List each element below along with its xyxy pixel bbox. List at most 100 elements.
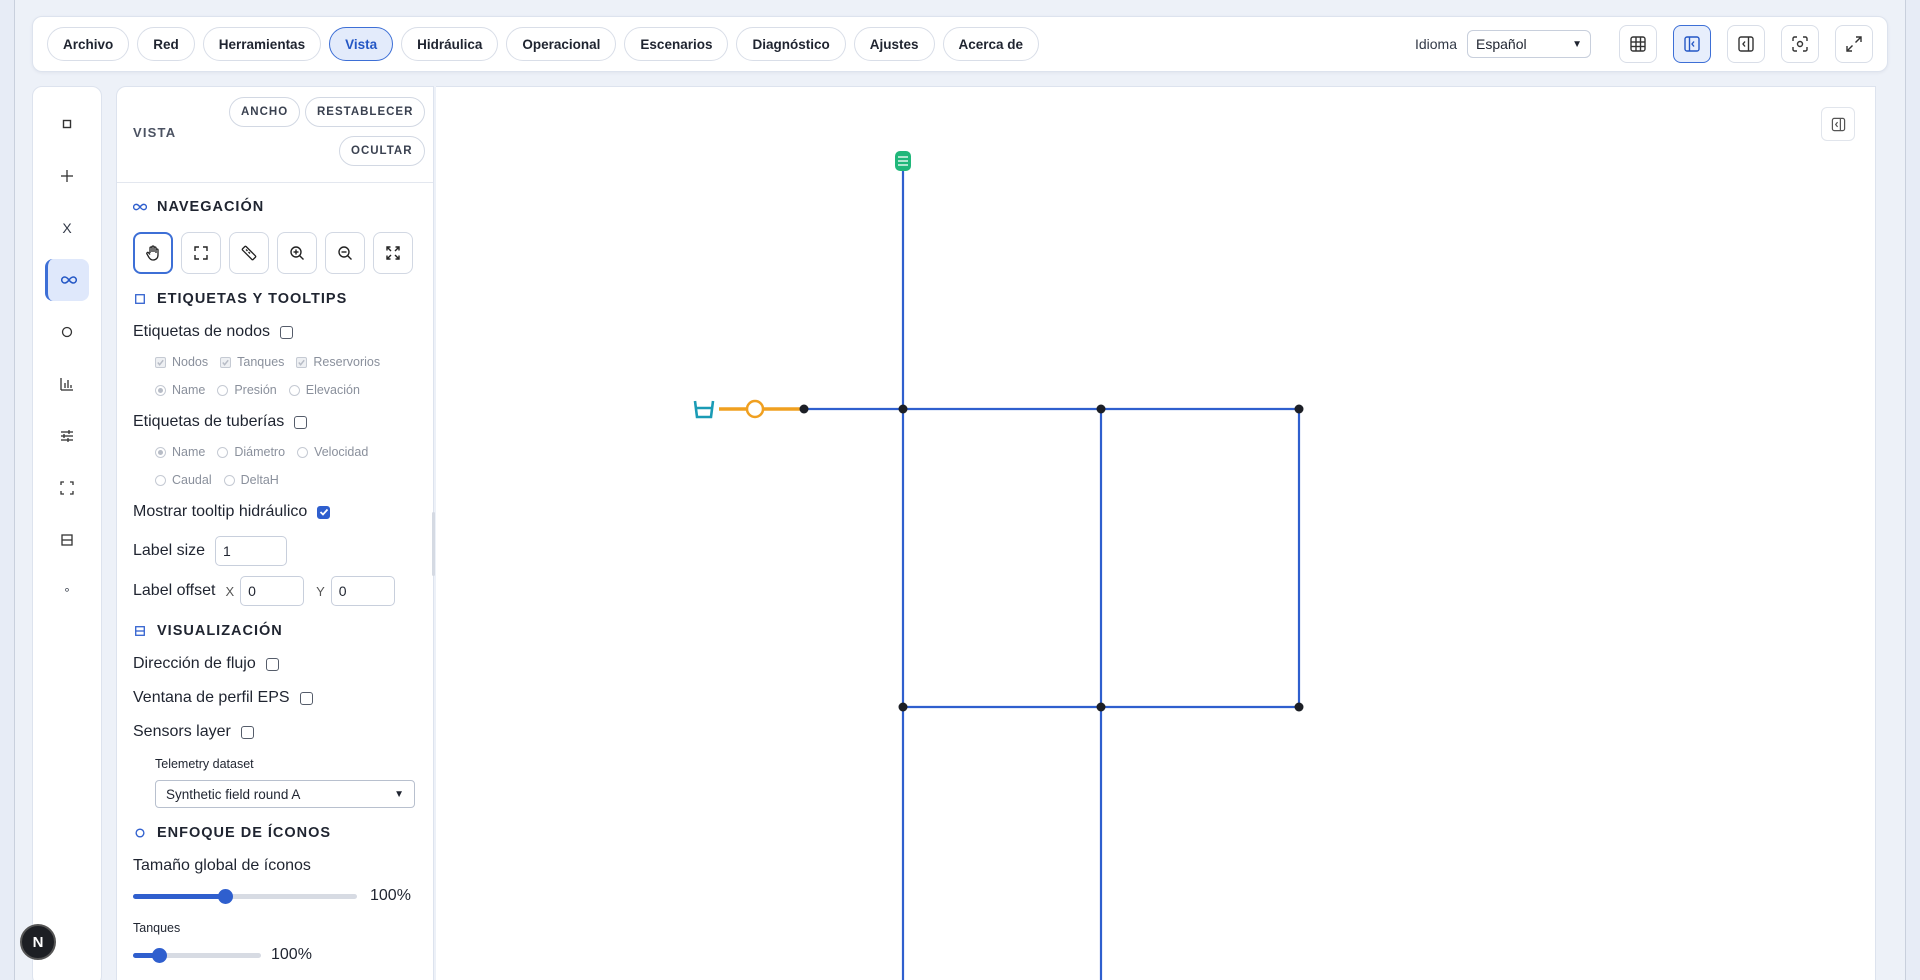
toggle-right-panel-button[interactable] [1727,25,1765,63]
menu-acerca-de[interactable]: Acerca de [942,27,1040,61]
pipe-deltah-radio[interactable] [223,474,235,486]
rail-adjust-button[interactable] [45,415,89,457]
hydraulic-tooltip-checkbox[interactable] [317,505,331,519]
toggle-left-panel-button[interactable] [1673,25,1711,63]
reservoirs-option-label: Reservorios [313,355,381,369]
rail-dot-button[interactable]: ° [45,571,89,613]
eps-profile-checkbox[interactable] [299,691,313,705]
tanks-checkbox[interactable] [220,356,232,368]
hydraulic-tooltip-row: Mostrar tooltip hidráulico [133,503,331,521]
tanks-size-value: 100% [271,946,312,963]
panel-resize-handle[interactable] [432,512,435,576]
tanks-option-label: Tanques [237,355,285,369]
node-pressure-radio[interactable] [217,384,229,396]
sensors-layer-row: Sensors layer [133,723,254,741]
node-elevation-radio[interactable] [288,384,300,396]
menu-operacional[interactable]: Operacional [506,27,617,61]
network-map [693,151,1304,980]
chevron-down-icon: ▼ [1572,38,1582,50]
menu-vista[interactable]: Vista [329,27,394,61]
rail-chart-button[interactable] [45,363,89,405]
infinity-icon [133,200,147,214]
pipe-name-radio[interactable] [155,446,166,458]
tanks-size-slider[interactable] [133,948,261,963]
menu-ajustes[interactable]: Ajustes [853,27,935,61]
node-field-options: Name Presión Elevación [155,383,360,397]
pan-tool-button[interactable] [133,232,173,274]
telemetry-dataset-select[interactable]: Synthetic field round A ▼ [155,780,415,808]
rail-fit-button[interactable] [45,467,89,509]
left-panel-icon [1684,36,1700,52]
right-panel-icon [1831,117,1845,131]
global-icon-size-slider[interactable] [133,889,357,904]
sensors-layer-checkbox[interactable] [240,725,254,739]
screenshot-button[interactable] [1781,25,1819,63]
menu-herramientas[interactable]: Herramientas [202,27,322,61]
fullscreen-map-button[interactable] [373,232,413,274]
offset-y-label: Y [316,583,325,599]
pipe-velocity-radio[interactable] [297,446,309,458]
table-view-icon [1630,36,1646,52]
menu-hidráulica[interactable]: Hidráulica [401,27,499,61]
tanks-size-thumb[interactable] [151,948,167,963]
language-select[interactable]: Español ▼ [1467,30,1591,58]
pipe-flow-radio[interactable] [155,474,166,486]
fullscreen-button[interactable] [1835,25,1873,63]
reservoirs-checkbox[interactable] [296,356,308,368]
zoom-out-button[interactable] [325,232,365,274]
node-pressure-option: Presión [234,383,277,397]
global-icon-size-thumb[interactable] [217,889,233,904]
layers-icon [133,624,147,638]
pump-icon [745,399,765,419]
measure-tool-button[interactable] [229,232,269,274]
rail-layers-button[interactable] [45,519,89,561]
hand-icon [146,245,159,261]
menu-archivo[interactable]: Archivo [47,27,130,61]
zoom-in-button[interactable] [277,232,317,274]
offset-x-label: X [225,583,235,599]
rail-select-button[interactable] [45,103,89,145]
hide-button[interactable]: OCULTAR [339,136,425,166]
table-view-button[interactable] [1619,25,1657,63]
navigation-tools [133,232,413,274]
circle-icon [61,326,73,338]
rail-node-button[interactable] [45,311,89,353]
language-label: Idioma [1414,36,1457,52]
app-logo-badge[interactable]: N [20,924,56,960]
rail-add-button[interactable] [45,155,89,197]
rail-delete-button[interactable]: X [45,207,89,249]
canvas-panel-toggle-button[interactable] [1821,107,1855,141]
node-name-radio[interactable] [155,384,166,396]
panel-title: VISTA [133,125,177,140]
pipe-labels-checkbox[interactable] [294,415,308,429]
nodes-checkbox[interactable] [155,356,166,368]
infinity-icon [60,276,77,284]
maximize-icon [386,246,400,260]
labels-title: ETIQUETAS Y TOOLTIPS [157,291,348,307]
node-type-options: Nodos Tanques Reservorios [155,355,380,369]
global-icon-size-value: 100% [370,887,411,904]
menu-escenarios[interactable]: Escenarios [624,27,729,61]
global-icon-size-fill [133,894,225,899]
reservoir-icon [693,400,715,419]
network-canvas[interactable] [436,86,1876,980]
top-menu-bar: Archivo Red Herramientas Vista Hidráulica Ope… [32,16,1888,72]
pipe-deltah-option: DeltaH [240,473,279,487]
junction-node [898,404,908,414]
offset-y-input[interactable]: 0 [330,576,395,606]
offset-x-input[interactable]: 0 [240,576,305,606]
telemetry-value: Synthetic field round A [166,786,301,802]
zoom-extent-button[interactable] [181,232,221,274]
menu-red[interactable]: Red [137,27,195,61]
flow-direction-checkbox[interactable] [265,657,279,671]
node-labels-checkbox[interactable] [280,325,293,339]
right-panel-icon [1738,36,1754,52]
global-icon-size-label: Tamaño global de íconos [133,857,311,874]
pipe-field-options-1: Name Diámetro Velocidad [155,445,368,459]
reset-button[interactable]: RESTABLECER [305,97,426,127]
pipe-diameter-radio[interactable] [217,446,229,458]
rail-view-button[interactable] [45,259,89,301]
menu-diagnóstico[interactable]: Diagnóstico [736,27,846,61]
label-size-input[interactable]: 1 [215,536,288,566]
width-button[interactable]: ANCHO [229,97,301,127]
